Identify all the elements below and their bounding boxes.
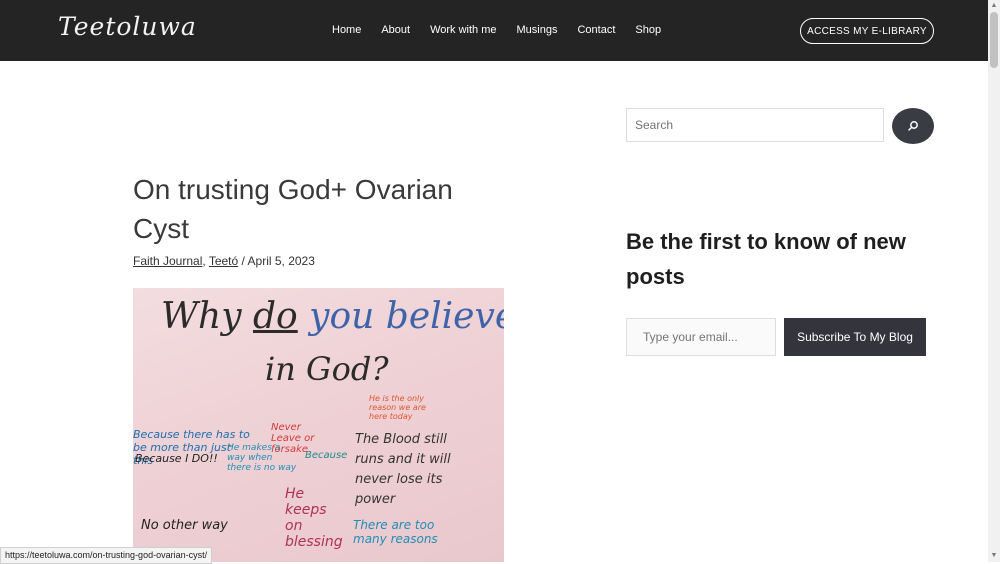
note-9: Because (305, 450, 348, 461)
nav-shop[interactable]: Shop (635, 24, 661, 36)
category-link-faith-journal[interactable]: Faith Journal (133, 254, 202, 268)
scrollbar-thumb[interactable] (990, 12, 998, 68)
note-5: The Blood still runs and it will never l… (355, 432, 451, 507)
nav-contact[interactable]: Contact (577, 24, 615, 36)
post-date: April 5, 2023 (247, 254, 315, 268)
post-title: On trusting God+ Ovarian Cyst (133, 174, 453, 244)
email-field[interactable] (626, 318, 776, 356)
search-icon (908, 121, 918, 131)
subscribe-widget-title: Be the first to know of new posts (626, 229, 906, 289)
search-input[interactable] (626, 108, 884, 142)
status-bar-url: https://teetoluwa.com/on-trusting-god-ov… (0, 547, 213, 564)
nav-about[interactable]: About (381, 24, 410, 36)
note-2: Because I DO!! (135, 452, 218, 465)
note-7: No other way (141, 518, 228, 533)
featured-image[interactable]: Why do you believe in God? Because there… (133, 288, 504, 562)
page-scrollbar[interactable]: ▲ ▼ (988, 0, 1000, 562)
nav-work-with-me[interactable]: Work with me (430, 24, 496, 36)
main-nav: Home About Work with me Musings Contact … (332, 24, 681, 36)
nav-musings[interactable]: Musings (517, 24, 558, 36)
post-meta: Faith Journal, Teetó / April 5, 2023 (133, 254, 315, 268)
subscribe-button[interactable]: Subscribe To My Blog (784, 318, 926, 356)
note-8: He keeps on blessing (285, 486, 343, 550)
category-link-teeto[interactable]: Teetó (209, 254, 238, 268)
scroll-down-arrow-icon[interactable]: ▼ (990, 552, 998, 560)
nav-home[interactable]: Home (332, 24, 361, 36)
scroll-up-arrow-icon[interactable]: ▲ (990, 2, 998, 10)
note-10: He makes a way when there is no way (227, 443, 297, 473)
access-elibrary-button[interactable]: ACCESS MY E-LIBRARY (800, 18, 934, 44)
site-header: Teetoluwa Home About Work with me Musing… (0, 0, 988, 61)
note-6: There are too many reasons (353, 518, 438, 546)
note-4: He is the only reason we are here today (369, 394, 426, 421)
meta-separator: / (238, 254, 248, 268)
site-logo[interactable]: Teetoluwa (58, 12, 197, 41)
whiteboard-subheadline: in God? (265, 350, 389, 388)
whiteboard-headline: Why do you believe (161, 296, 504, 337)
search-button[interactable] (892, 108, 934, 144)
